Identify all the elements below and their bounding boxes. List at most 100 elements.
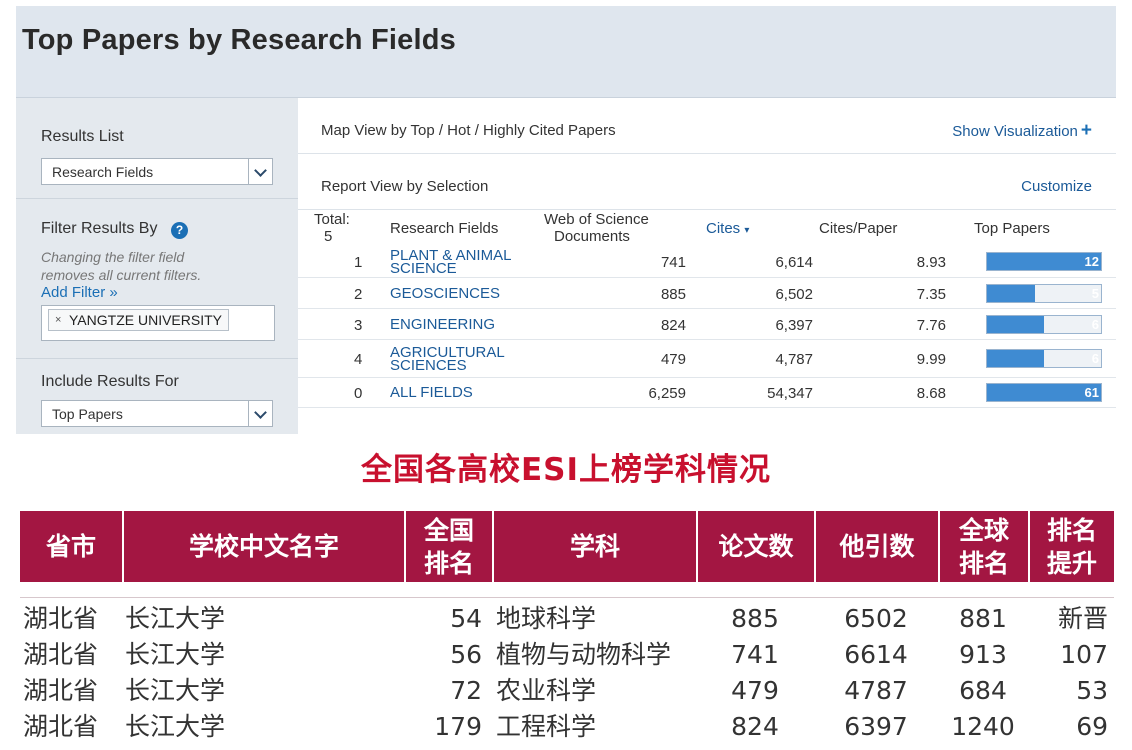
- table-row: 湖北省 长江大学 56 植物与动物科学 741 6614 913 107: [20, 637, 1114, 673]
- row-field-link[interactable]: ENGINEERING: [390, 316, 496, 333]
- row-cites: 4,787: [775, 351, 813, 368]
- row-field-line1: GEOSCIENCES: [390, 285, 501, 302]
- column-header-cites-per-paper[interactable]: Cites/Paper: [819, 221, 897, 237]
- cell-rank-up: 53: [1076, 676, 1108, 705]
- cell-school: 长江大学: [125, 712, 226, 741]
- top-papers-value: 6: [1091, 317, 1099, 332]
- cell-citations: 4787: [844, 676, 908, 705]
- report-view-bar: Report View by Selection Customize: [298, 154, 1116, 210]
- cell-school: 长江大学: [125, 604, 226, 633]
- chevron-down-icon[interactable]: [248, 401, 272, 426]
- top-papers-bar[interactable]: 12: [986, 252, 1102, 271]
- show-visualization-label: Show Visualization: [952, 123, 1078, 140]
- customize-link[interactable]: Customize: [1021, 178, 1092, 195]
- map-view-bar: Map View by Top / Hot / Highly Cited Pap…: [298, 98, 1116, 154]
- row-docs: 824: [660, 317, 686, 334]
- header-global-rank-line2: 排名: [958, 548, 1009, 578]
- cell-papers: 885: [731, 604, 779, 633]
- row-field-link[interactable]: ALL FIELDS: [390, 384, 473, 401]
- add-filter-link[interactable]: Add Filter »: [41, 284, 118, 301]
- plus-icon: +: [1080, 120, 1092, 141]
- row-field-line1: ENGINEERING: [390, 316, 496, 333]
- row-field-link[interactable]: GEOSCIENCES: [390, 285, 501, 302]
- cell-papers: 479: [731, 676, 779, 705]
- row-cites: 6,614: [775, 254, 813, 271]
- header-school: 学校中文名字: [122, 511, 404, 582]
- top-papers-value: 5: [1091, 286, 1099, 301]
- header-rank-up-line1: 排名: [1046, 515, 1097, 545]
- table-row: 2 GEOSCIENCES 885 6,502 7.35 5: [298, 278, 1116, 309]
- header-global-rank-line1: 全球: [958, 515, 1009, 545]
- caption: 全国各高校ESI上榜学科情况: [360, 452, 772, 488]
- header-province: 省市: [45, 532, 96, 561]
- cell-province: 湖北省: [23, 640, 99, 669]
- report-view-label: Report View by Selection: [321, 178, 489, 195]
- header-citations: 他引数: [814, 511, 938, 582]
- esi-panel: Top Papers by Research Fields Results Li…: [16, 6, 1116, 434]
- row-cites-per-paper: 8.93: [916, 254, 946, 271]
- row-docs: 479: [660, 351, 686, 368]
- header-rank-up: 排名 提升: [1028, 511, 1114, 582]
- column-header-cites[interactable]: Cites ▾: [706, 221, 749, 239]
- row-cites-per-paper: 7.35: [916, 286, 946, 303]
- column-header-docs[interactable]: Web of Science: [544, 212, 649, 228]
- results-list-label: Results List: [41, 128, 124, 145]
- row-field-line1: ALL FIELDS: [390, 384, 473, 401]
- cell-papers: 824: [731, 712, 779, 741]
- cell-global-rank: 881: [959, 604, 1007, 633]
- cell-rank-up: 新晋: [1057, 604, 1108, 633]
- sidebar: Results List Research Fields Filter Resu…: [16, 98, 298, 434]
- header-subject: 学科: [492, 511, 696, 582]
- results-list-select[interactable]: Research Fields: [41, 158, 273, 185]
- page-header: Top Papers by Research Fields: [16, 6, 1116, 98]
- cn-table-body: 湖北省 长江大学 54 地球科学 885 6502 881 新晋 湖北省 长江大学 56 植物与动物科…: [20, 597, 1114, 745]
- filter-box: × YANGTZE UNIVERSITY: [41, 305, 275, 341]
- header-papers: 论文数: [696, 511, 814, 582]
- main-content: Map View by Top / Hot / Highly Cited Pap…: [298, 98, 1116, 434]
- top-papers-bar[interactable]: 61: [986, 383, 1102, 402]
- top-papers-bar[interactable]: 5: [986, 284, 1102, 303]
- table-row: 湖北省 长江大学 72 农业科学 479 4787 684 53: [20, 673, 1114, 709]
- row-field-link[interactable]: AGRICULTURAL SCIENCES: [390, 345, 505, 373]
- include-results-label: Include Results For: [41, 373, 179, 390]
- cell-papers: 741: [731, 640, 779, 669]
- chevron-down-icon[interactable]: [248, 159, 272, 184]
- top-papers-value: 61: [1084, 385, 1099, 400]
- top-papers-value: 12: [1084, 254, 1099, 269]
- cell-national-rank: 56: [450, 640, 482, 669]
- row-rank: 4: [354, 351, 363, 368]
- row-cites: 54,347: [767, 385, 813, 402]
- include-results-select[interactable]: Top Papers: [41, 400, 273, 427]
- sort-down-icon: ▾: [744, 225, 750, 236]
- row-field-link[interactable]: PLANT & ANIMAL SCIENCE: [390, 248, 511, 276]
- column-header-field[interactable]: Research Fields: [390, 221, 498, 237]
- cell-national-rank: 179: [434, 712, 482, 741]
- row-docs: 6,259: [648, 385, 686, 402]
- column-header-docs-line2: Documents: [554, 228, 630, 245]
- close-icon[interactable]: ×: [55, 310, 61, 330]
- cell-subject: 农业科学: [496, 676, 597, 705]
- row-cites-per-paper: 7.76: [916, 317, 946, 334]
- cell-subject: 植物与动物科学: [496, 640, 672, 669]
- row-cites: 6,502: [775, 286, 813, 303]
- row-docs: 885: [660, 286, 686, 303]
- top-papers-bar[interactable]: 6: [986, 315, 1102, 334]
- sidebar-divider: [16, 358, 298, 359]
- cell-citations: 6502: [844, 604, 908, 633]
- cell-national-rank: 72: [450, 676, 482, 705]
- include-results-value: Top Papers: [52, 406, 123, 422]
- show-visualization-link[interactable]: Show Visualization +: [952, 120, 1092, 142]
- filter-note-line1: Changing the filter field: [41, 249, 185, 265]
- row-rank: 3: [354, 317, 363, 334]
- table-row: 4 AGRICULTURAL SCIENCES 479 4,787 9.99 6: [298, 340, 1116, 378]
- help-icon[interactable]: ?: [171, 222, 188, 239]
- cell-province: 湖北省: [23, 712, 99, 741]
- table-row: 湖北省 长江大学 54 地球科学 885 6502 881 新晋: [20, 601, 1114, 637]
- total-count: 5: [324, 228, 333, 245]
- top-papers-bar[interactable]: 6: [986, 349, 1102, 368]
- row-rank: 0: [354, 385, 363, 402]
- cell-global-rank: 913: [959, 640, 1007, 669]
- row-docs: 741: [660, 254, 686, 271]
- column-header-top-papers[interactable]: Top Papers: [974, 221, 1050, 237]
- cell-province: 湖北省: [23, 604, 99, 633]
